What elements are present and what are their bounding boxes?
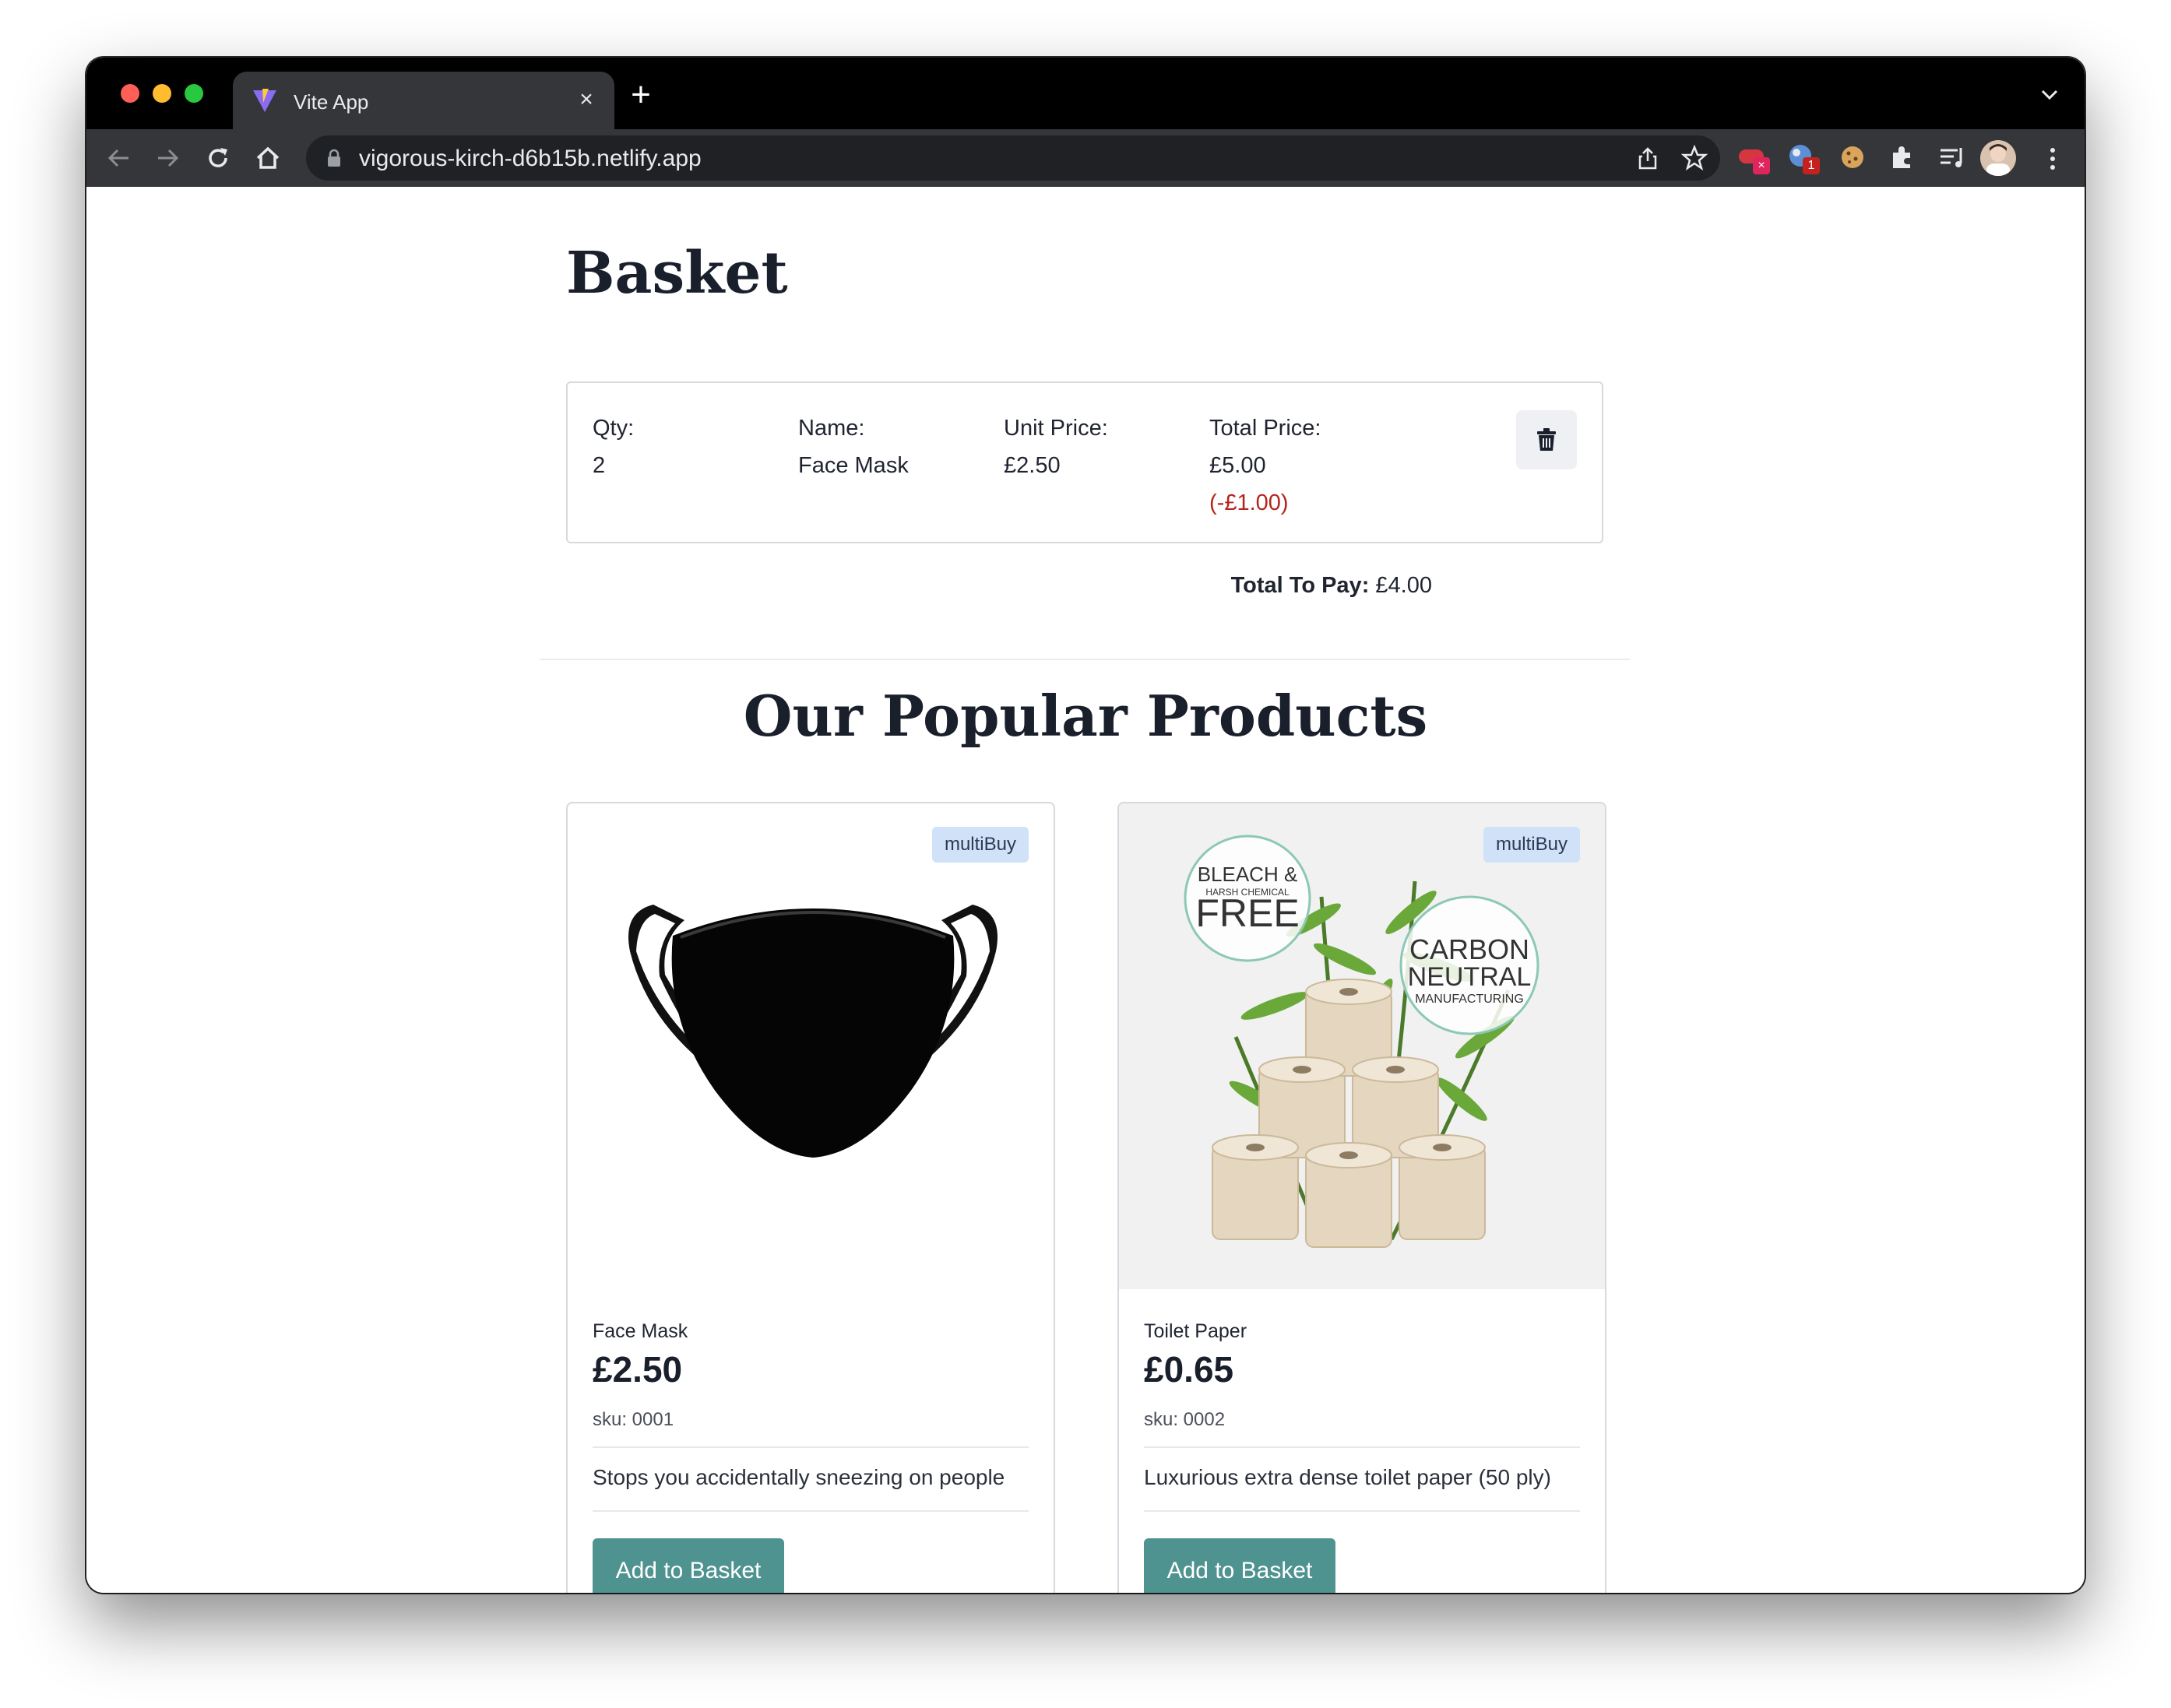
discount-value: (-£1.00) bbox=[1209, 490, 1289, 515]
multibuy-tag: multiBuy bbox=[1483, 827, 1580, 863]
page-content: Basket Qty: 2 Name: Face Mask Unit Price… bbox=[86, 187, 2085, 1593]
product-card: BLEACH & HARSH CHEMICAL FREE CARBON NEUT… bbox=[1117, 802, 1606, 1593]
product-name: Toilet Paper bbox=[1144, 1320, 1247, 1342]
product-image-toilet-paper: BLEACH & HARSH CHEMICAL FREE CARBON NEUT… bbox=[1119, 803, 1605, 1289]
add-to-basket-button[interactable]: Add to Basket bbox=[1144, 1538, 1335, 1593]
new-tab-button[interactable]: + bbox=[624, 78, 658, 112]
qty-value: 2 bbox=[593, 453, 606, 478]
extension-count-badge: 1 bbox=[1803, 157, 1820, 174]
maximize-window-button[interactable] bbox=[185, 84, 203, 103]
share-icon[interactable] bbox=[1634, 145, 1661, 171]
divider bbox=[1144, 1510, 1580, 1512]
product-sku: sku: 0001 bbox=[593, 1409, 674, 1430]
badge-text-line: MANUFACTURING bbox=[1415, 993, 1524, 1006]
total-label: Total To Pay: bbox=[1230, 573, 1370, 598]
basket-item-card: Qty: 2 Name: Face Mask Unit Price: £2.50… bbox=[566, 381, 1603, 543]
product-name: Face Mask bbox=[593, 1320, 688, 1342]
product-sku: sku: 0002 bbox=[1144, 1409, 1226, 1430]
total-price-value: £5.00 bbox=[1209, 453, 1266, 478]
vite-logo-icon bbox=[253, 89, 276, 112]
name-label: Name: bbox=[798, 416, 865, 441]
extension-disabled-badge: × bbox=[1753, 157, 1770, 174]
popular-products-title: Our Popular Products bbox=[743, 683, 1428, 749]
product-image-face-mask bbox=[568, 803, 1054, 1289]
minimize-window-button[interactable] bbox=[153, 84, 171, 103]
total-value: £4.00 bbox=[1375, 573, 1432, 598]
address-bar[interactable]: vigorous-kirch-d6b15b.netlify.app bbox=[306, 135, 1720, 181]
home-icon[interactable] bbox=[253, 143, 283, 173]
lock-icon[interactable] bbox=[326, 149, 342, 167]
more-menu-icon[interactable] bbox=[2047, 143, 2058, 174]
total-to-pay: Total To Pay: £4.00 bbox=[1231, 573, 1432, 599]
badge-text-line: FREE bbox=[1195, 891, 1299, 935]
close-window-button[interactable] bbox=[121, 84, 139, 103]
badge-text-line: CARBON bbox=[1409, 933, 1529, 965]
reading-list-icon[interactable] bbox=[1937, 142, 1968, 173]
divider bbox=[593, 1446, 1029, 1448]
name-value: Face Mask bbox=[798, 453, 909, 478]
section-divider bbox=[540, 659, 1630, 660]
tab-title: Vite App bbox=[294, 90, 369, 114]
product-price: £0.65 bbox=[1144, 1349, 1234, 1390]
basket-title: Basket bbox=[566, 240, 788, 307]
tab-strip: Vite App × + bbox=[86, 58, 2085, 129]
add-to-basket-button[interactable]: Add to Basket bbox=[593, 1538, 784, 1593]
browser-window: Vite App × + vigorous-kirch-d6b15b.netli… bbox=[86, 58, 2085, 1593]
multibuy-tag: multiBuy bbox=[931, 827, 1029, 863]
trash-icon bbox=[1537, 428, 1556, 451]
cookie-icon[interactable] bbox=[1837, 142, 1868, 173]
total-price-label: Total Price: bbox=[1209, 416, 1321, 441]
url-text[interactable]: vigorous-kirch-d6b15b.netlify.app bbox=[359, 146, 702, 172]
product-description: Stops you accidentally sneezing on peopl… bbox=[593, 1465, 1005, 1489]
chevron-down-icon[interactable] bbox=[2036, 81, 2063, 107]
badge-text-line: NEUTRAL bbox=[1408, 962, 1532, 992]
qty-label: Qty: bbox=[593, 416, 635, 441]
remove-item-button[interactable] bbox=[1516, 410, 1577, 469]
unit-price-label: Unit Price: bbox=[1004, 416, 1108, 441]
product-price: £2.50 bbox=[593, 1349, 683, 1390]
badge-text-line: BLEACH & bbox=[1198, 863, 1298, 886]
unit-price-column: Unit Price: £2.50 bbox=[1004, 409, 1108, 484]
name-column: Name: Face Mask bbox=[798, 409, 909, 484]
bookmark-star-icon[interactable] bbox=[1681, 145, 1708, 171]
extension-globe-icon[interactable]: 1 bbox=[1787, 142, 1820, 174]
qty-column: Qty: 2 bbox=[593, 409, 634, 484]
tab-close-icon[interactable]: × bbox=[572, 86, 600, 114]
divider bbox=[1144, 1446, 1580, 1448]
puzzle-extensions-icon[interactable] bbox=[1887, 142, 1918, 173]
unit-price-value: £2.50 bbox=[1004, 453, 1061, 478]
total-price-column: Total Price: £5.00 (-£1.00) bbox=[1209, 409, 1321, 522]
product-description: Luxurious extra dense toilet paper (50 p… bbox=[1144, 1465, 1551, 1489]
product-card: multiBuy Face Mask £2.50 sku: 0001 Stops… bbox=[566, 802, 1055, 1593]
extension-red-icon[interactable]: × bbox=[1737, 142, 1770, 174]
profile-avatar[interactable] bbox=[1980, 140, 2016, 176]
reload-icon[interactable] bbox=[203, 143, 233, 173]
browser-tab[interactable]: Vite App × bbox=[233, 72, 614, 129]
back-arrow-icon[interactable] bbox=[104, 143, 133, 173]
divider bbox=[593, 1510, 1029, 1512]
forward-arrow-icon[interactable] bbox=[153, 143, 183, 173]
browser-toolbar: vigorous-kirch-d6b15b.netlify.app × 1 bbox=[86, 129, 2085, 187]
